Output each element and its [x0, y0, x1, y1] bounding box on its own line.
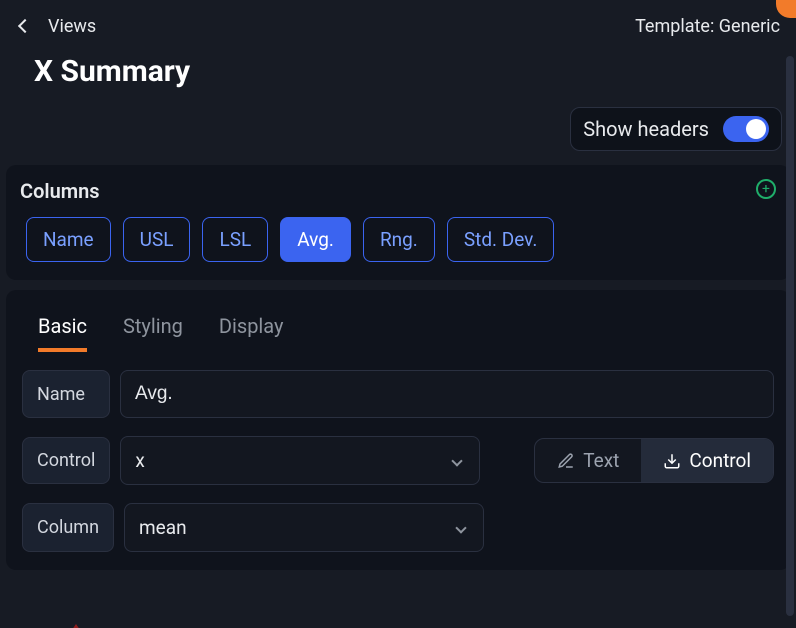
column-chip-usl[interactable]: USL	[123, 217, 191, 262]
add-column-button[interactable]: +	[756, 179, 776, 199]
control-select[interactable]: x	[120, 436, 480, 485]
control-label: Control	[22, 437, 110, 484]
seg-text-label: Text	[583, 449, 619, 472]
tab-display[interactable]: Display	[219, 314, 284, 352]
column-select-value: mean	[139, 516, 187, 539]
name-input[interactable]	[120, 370, 774, 418]
column-chip-avg[interactable]: Avg.	[280, 217, 351, 262]
column-chip-rng[interactable]: Rng.	[363, 217, 435, 262]
breadcrumb-views[interactable]: Views	[48, 16, 96, 37]
seg-text-button[interactable]: Text	[535, 439, 641, 482]
editor-tabs: Basic Styling Display	[18, 304, 778, 360]
topbar: Views Template: Generic	[0, 0, 796, 48]
download-icon	[663, 452, 681, 470]
chevron-down-icon	[452, 455, 463, 466]
page-title: X Summary	[0, 48, 796, 107]
columns-title: Columns	[20, 179, 778, 203]
basic-form: Name Control x Text Control Column	[18, 366, 778, 552]
columns-panel: Columns + Name USL LSL Avg. Rng. Std. De…	[6, 165, 790, 280]
name-label: Name	[22, 370, 110, 418]
show-headers-toggle[interactable]	[723, 116, 769, 142]
column-chip-name[interactable]: Name	[26, 217, 111, 262]
seg-control-label: Control	[689, 449, 751, 472]
mode-segmented: Text Control	[534, 438, 774, 483]
column-label: Column	[22, 503, 114, 552]
toggle-knob	[746, 119, 766, 139]
show-headers-label: Show headers	[583, 117, 709, 141]
column-chips: Name USL LSL Avg. Rng. Std. Dev.	[18, 217, 778, 262]
column-select[interactable]: mean	[124, 503, 484, 552]
seg-control-button[interactable]: Control	[641, 439, 773, 482]
back-icon[interactable]	[18, 19, 32, 33]
tab-styling[interactable]: Styling	[123, 314, 183, 352]
tab-basic[interactable]: Basic	[38, 314, 87, 352]
vertical-scrollbar[interactable]	[786, 56, 794, 616]
template-selector[interactable]: Template: Generic	[635, 16, 780, 37]
control-select-value: x	[135, 449, 144, 472]
column-chip-stddev[interactable]: Std. Dev.	[447, 217, 555, 262]
column-chip-lsl[interactable]: LSL	[202, 217, 268, 262]
pencil-icon	[557, 452, 575, 470]
show-headers-group: Show headers	[570, 107, 782, 151]
editor-panel: Basic Styling Display Name Control x Tex…	[6, 290, 790, 570]
chevron-down-icon	[455, 522, 466, 533]
